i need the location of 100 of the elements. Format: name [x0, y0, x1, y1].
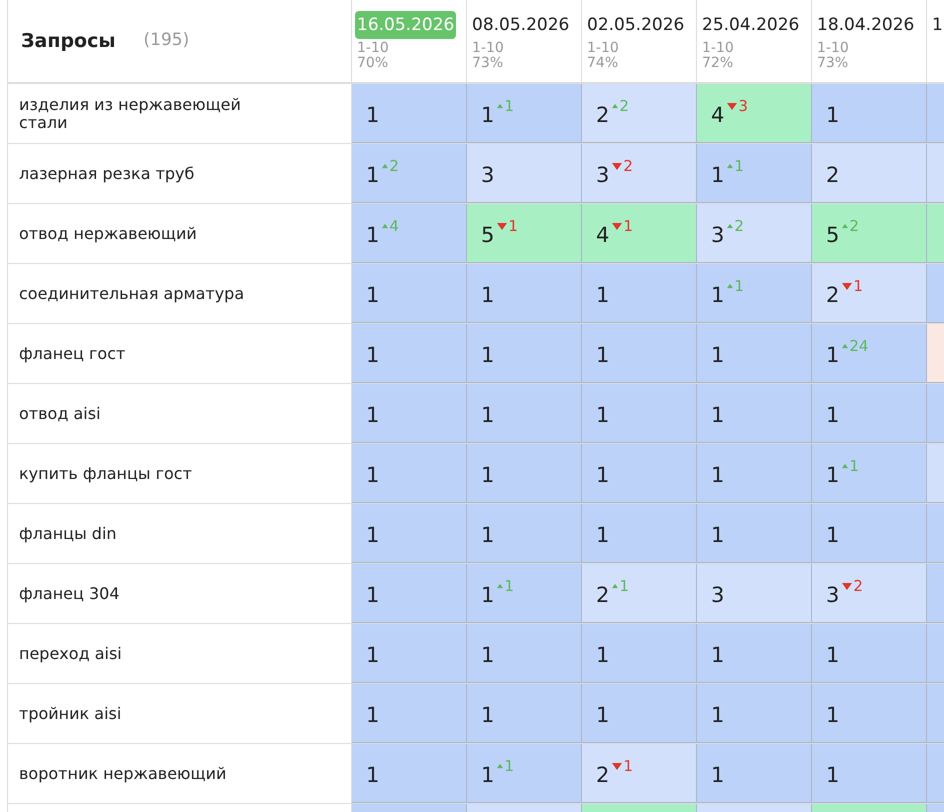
range-label: 1-10	[357, 41, 390, 56]
query-label: воротник нержавеющий	[19, 764, 226, 782]
position-value: 1	[366, 524, 380, 546]
position-change: 1	[504, 578, 514, 594]
query-label: соединительная арматура	[19, 284, 244, 302]
position-value: 1	[366, 764, 380, 786]
position-value: 3	[826, 584, 840, 606]
range-label: 1-10	[702, 41, 735, 56]
query-label: изделия из нержавеющей стали	[19, 96, 242, 132]
position-value: 1	[481, 464, 494, 486]
position-value: 1	[481, 584, 494, 606]
position-change: 3	[738, 98, 748, 114]
position-value: 1	[826, 764, 840, 786]
position-value: 1	[711, 404, 724, 426]
position-value: 3	[596, 164, 610, 186]
position-value: 1	[711, 164, 724, 186]
query-label: фланец гост	[19, 344, 126, 362]
position-change: 2	[623, 158, 633, 174]
position-value: 1	[366, 644, 380, 666]
position-value: 1	[596, 464, 610, 486]
position-value: 1	[711, 704, 724, 726]
position-value: 1	[366, 584, 380, 606]
position-change: 2	[734, 218, 744, 234]
position-value: 1	[596, 524, 610, 546]
position-change: 1	[623, 218, 633, 234]
query-count: (195)	[144, 29, 190, 52]
position-change: 1	[734, 278, 744, 294]
position-value: 1	[366, 224, 380, 246]
position-value: 1	[711, 464, 724, 486]
position-value: 4	[711, 104, 724, 126]
percent-label: 74%	[587, 56, 620, 71]
position-value: 3	[481, 164, 494, 186]
position-value: 1	[711, 344, 724, 366]
position-value: 1	[711, 524, 724, 546]
query-label: фланец 304	[19, 584, 120, 602]
position-value: 5	[481, 224, 494, 246]
range-label: 1-10	[472, 41, 505, 56]
position-change: 24	[849, 338, 868, 354]
position-value: 1	[481, 524, 494, 546]
position-value: 1	[826, 404, 840, 426]
position-value: 1	[366, 284, 380, 306]
position-value: 1	[366, 464, 380, 486]
position-change: 4	[389, 218, 399, 234]
position-change: 1	[849, 458, 859, 474]
position-value: 1	[366, 404, 380, 426]
position-value: 1	[596, 284, 610, 306]
position-value: 1	[481, 764, 494, 786]
query-label: лазерная резка труб	[19, 164, 194, 182]
position-value: 1	[366, 104, 380, 126]
position-value: 1	[826, 644, 840, 666]
position-value: 2	[596, 584, 610, 606]
percent-label: 73%	[472, 56, 504, 71]
position-value: 1	[366, 164, 380, 186]
position-value: 1	[366, 344, 380, 366]
query-label: отвод нержавеющий	[19, 224, 197, 242]
position-value: 1	[596, 344, 610, 366]
query-label: тройник aisi	[19, 704, 122, 722]
position-value: 1	[481, 704, 494, 726]
position-value: 1	[366, 704, 380, 726]
position-value: 1	[711, 764, 724, 786]
query-label: купить фланцы гост	[19, 464, 192, 482]
position-value: 2	[596, 764, 610, 786]
position-change: 1	[619, 578, 629, 594]
position-value: 4	[596, 224, 610, 246]
position-value: 1	[481, 644, 494, 666]
range-label: 1-10	[817, 41, 850, 56]
position-change: 1	[734, 158, 744, 174]
date-header[interactable]: 18.04.2026	[815, 11, 916, 39]
position-value: 1	[826, 344, 840, 366]
table-title: Запросы	[21, 28, 116, 54]
position-value: 1	[711, 644, 724, 666]
position-value: 5	[826, 224, 840, 246]
percent-label: 70%	[357, 56, 390, 71]
position-value: 2	[826, 164, 840, 186]
position-value: 1	[711, 284, 724, 306]
date-header[interactable]: 1	[930, 11, 944, 39]
position-change: 2	[853, 578, 863, 594]
date-header[interactable]: 08.05.2026	[470, 11, 572, 39]
position-value: 1	[826, 524, 840, 546]
position-value: 1	[826, 464, 840, 486]
position-change: 2	[849, 218, 859, 234]
date-header[interactable]: 25.04.2026	[700, 11, 802, 39]
position-change: 1	[853, 278, 863, 294]
query-label: отвод aisi	[19, 404, 101, 422]
position-value: 2	[596, 104, 610, 126]
position-change: 1	[623, 758, 633, 774]
position-value: 1	[481, 284, 494, 306]
position-value: 2	[826, 284, 840, 306]
position-value: 1	[596, 404, 610, 426]
position-change: 2	[389, 158, 399, 174]
position-change: 1	[504, 98, 514, 114]
position-change: 2	[619, 98, 629, 114]
position-value: 1	[826, 704, 840, 726]
position-value: 1	[481, 344, 494, 366]
query-label: переход aisi	[19, 644, 122, 662]
position-value: 1	[596, 704, 610, 726]
position-change: 1	[504, 758, 514, 774]
percent-label: 73%	[817, 56, 850, 71]
position-value: 1	[481, 404, 494, 426]
date-header[interactable]: 02.05.2026	[585, 11, 686, 39]
